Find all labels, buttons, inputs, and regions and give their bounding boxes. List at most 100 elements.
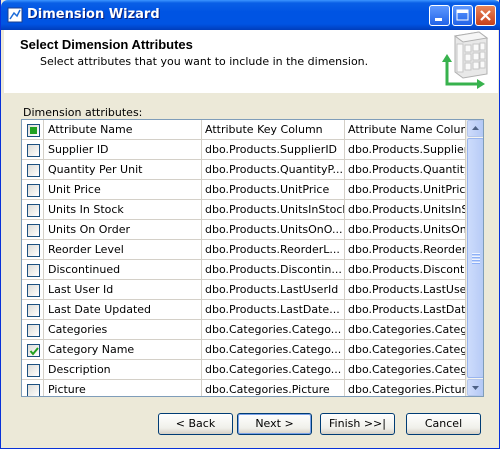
key-column-cell[interactable]: dbo.Categories.Catego...: [202, 320, 345, 340]
row-check-cell[interactable]: [22, 320, 44, 340]
attribute-checkbox[interactable]: [27, 304, 40, 317]
attribute-checkbox[interactable]: [27, 144, 40, 157]
row-check-cell[interactable]: [22, 340, 44, 360]
next-button[interactable]: Next >: [237, 413, 312, 435]
row-check-cell[interactable]: [22, 380, 44, 396]
row-check-cell[interactable]: [22, 200, 44, 220]
attribute-name-cell: Category Name: [44, 340, 202, 360]
attribute-name-cell: Quantity Per Unit: [44, 160, 202, 180]
name-column-cell[interactable]: dbo.Products.QuantityP...: [345, 160, 466, 180]
table-row[interactable]: Discontinued dbo.Products.Discontin... dbo…: [22, 260, 466, 280]
back-button[interactable]: < Back: [158, 413, 233, 435]
column-header-attribute-name[interactable]: Attribute Name: [44, 120, 202, 140]
row-check-cell[interactable]: [22, 280, 44, 300]
page-subtitle: Select attributes that you want to inclu…: [40, 55, 369, 68]
attribute-checkbox[interactable]: [27, 344, 40, 357]
attribute-checkbox[interactable]: [27, 364, 40, 377]
attribute-checkbox[interactable]: [27, 204, 40, 217]
name-column-cell[interactable]: dbo.Products.SupplierID: [345, 140, 466, 160]
cancel-button[interactable]: Cancel: [406, 413, 481, 435]
name-column-cell[interactable]: dbo.Categories.Catego...: [345, 360, 466, 380]
row-check-cell[interactable]: [22, 240, 44, 260]
title-bar[interactable]: Dimension Wizard: [1, 0, 500, 30]
table-row[interactable]: Supplier ID dbo.Products.SupplierID dbo.Pr…: [22, 140, 466, 160]
key-column-cell[interactable]: dbo.Products.Discontin...: [202, 260, 345, 280]
attributes-grid[interactable]: Attribute Name Attribute Key Column Attr…: [21, 119, 484, 397]
close-button[interactable]: [475, 5, 496, 26]
table-row[interactable]: Units On Order dbo.Products.UnitsOnO... db…: [22, 220, 466, 240]
attribute-checkbox[interactable]: [27, 264, 40, 277]
key-column-cell[interactable]: dbo.Products.UnitsOnO...: [202, 220, 345, 240]
select-all-checkbox[interactable]: [27, 124, 40, 137]
table-row[interactable]: Last User Id dbo.Products.LastUserId dbo.P…: [22, 280, 466, 300]
row-check-cell[interactable]: [22, 360, 44, 380]
table-row[interactable]: Reorder Level dbo.Products.ReorderL... dbo…: [22, 240, 466, 260]
column-header-name-column[interactable]: Attribute Name Column: [345, 120, 466, 140]
attribute-checkbox[interactable]: [27, 184, 40, 197]
scroll-down-button[interactable]: [467, 379, 483, 396]
maximize-button[interactable]: [452, 5, 473, 26]
table-row[interactable]: Quantity Per Unit dbo.Products.QuantityP.…: [22, 160, 466, 180]
attribute-checkbox[interactable]: [27, 284, 40, 297]
name-column-cell[interactable]: dbo.Products.Discontin...: [345, 260, 466, 280]
key-column-cell[interactable]: dbo.Products.LastUserId: [202, 280, 345, 300]
arrow-down-icon: [472, 386, 479, 390]
key-column-cell[interactable]: dbo.Categories.Picture: [202, 380, 345, 396]
minimize-button[interactable]: [429, 5, 450, 26]
attributes-label: Dimension attributes:: [23, 106, 143, 119]
scroll-up-button[interactable]: [467, 120, 483, 137]
finish-button[interactable]: Finish >>|: [320, 413, 395, 435]
row-check-cell[interactable]: [22, 300, 44, 320]
name-column-cell[interactable]: dbo.Categories.Catego...: [345, 320, 466, 340]
attribute-name-cell: Reorder Level: [44, 240, 202, 260]
row-check-cell[interactable]: [22, 160, 44, 180]
attribute-checkbox[interactable]: [27, 164, 40, 177]
row-check-cell[interactable]: [22, 220, 44, 240]
attribute-name-cell: Last Date Updated: [44, 300, 202, 320]
page-title: Select Dimension Attributes: [20, 37, 193, 52]
row-check-cell[interactable]: [22, 140, 44, 160]
key-column-cell[interactable]: dbo.Categories.Catego...: [202, 340, 345, 360]
vertical-scrollbar[interactable]: [466, 120, 483, 396]
table-row[interactable]: Units In Stock dbo.Products.UnitsInStock d…: [22, 200, 466, 220]
name-column-cell[interactable]: dbo.Products.ReorderL...: [345, 240, 466, 260]
attribute-name-cell: Supplier ID: [44, 140, 202, 160]
attribute-checkbox[interactable]: [27, 224, 40, 237]
key-column-cell[interactable]: dbo.Products.UnitPrice: [202, 180, 345, 200]
scroll-thumb[interactable]: [467, 138, 483, 378]
table-row[interactable]: Description dbo.Categories.Catego... dbo.C…: [22, 360, 466, 380]
checkmark-icon: [29, 347, 39, 356]
table-row[interactable]: Unit Price dbo.Products.UnitPrice dbo.Prod…: [22, 180, 466, 200]
key-column-cell[interactable]: dbo.Products.SupplierID: [202, 140, 345, 160]
key-column-cell[interactable]: dbo.Products.ReorderL...: [202, 240, 345, 260]
header-check-cell[interactable]: [22, 120, 44, 140]
name-column-cell[interactable]: dbo.Products.LastDate...: [345, 300, 466, 320]
name-column-cell[interactable]: dbo.Categories.Catego...: [345, 340, 466, 360]
name-column-cell[interactable]: dbo.Categories.Picture: [345, 380, 466, 396]
row-check-cell[interactable]: [22, 180, 44, 200]
key-column-cell[interactable]: dbo.Products.UnitsInStock: [202, 200, 345, 220]
name-column-cell[interactable]: dbo.Products.UnitsOnO...: [345, 220, 466, 240]
attribute-name-cell: Last User Id: [44, 280, 202, 300]
column-header-key-column[interactable]: Attribute Key Column: [202, 120, 345, 140]
key-column-cell[interactable]: dbo.Products.QuantityP...: [202, 160, 345, 180]
attribute-name-cell: Units In Stock: [44, 200, 202, 220]
name-column-cell[interactable]: dbo.Products.LastUserId: [345, 280, 466, 300]
grid-header-row: Attribute Name Attribute Key Column Attr…: [22, 120, 466, 140]
attribute-checkbox[interactable]: [27, 244, 40, 257]
window-title: Dimension Wizard: [27, 7, 160, 22]
close-icon: [480, 10, 491, 21]
table-row[interactable]: Categories dbo.Categories.Catego... dbo.Ca…: [22, 320, 466, 340]
wizard-header: Select Dimension Attributes Select attri…: [4, 30, 498, 93]
key-column-cell[interactable]: dbo.Products.LastDate...: [202, 300, 345, 320]
table-row[interactable]: Last Date Updated dbo.Products.LastDate..…: [22, 300, 466, 320]
table-row[interactable]: Picture dbo.Categories.Picture dbo.Categor…: [22, 380, 466, 396]
key-column-cell[interactable]: dbo.Categories.Catego...: [202, 360, 345, 380]
row-check-cell[interactable]: [22, 260, 44, 280]
table-row[interactable]: Category Name dbo.Categories.Catego... dbo…: [22, 340, 466, 360]
attribute-checkbox[interactable]: [27, 384, 40, 396]
dimension-cube-icon: [442, 31, 489, 89]
attribute-checkbox[interactable]: [27, 324, 40, 337]
name-column-cell[interactable]: dbo.Products.UnitPrice: [345, 180, 466, 200]
name-column-cell[interactable]: dbo.Products.UnitsInStock: [345, 200, 466, 220]
